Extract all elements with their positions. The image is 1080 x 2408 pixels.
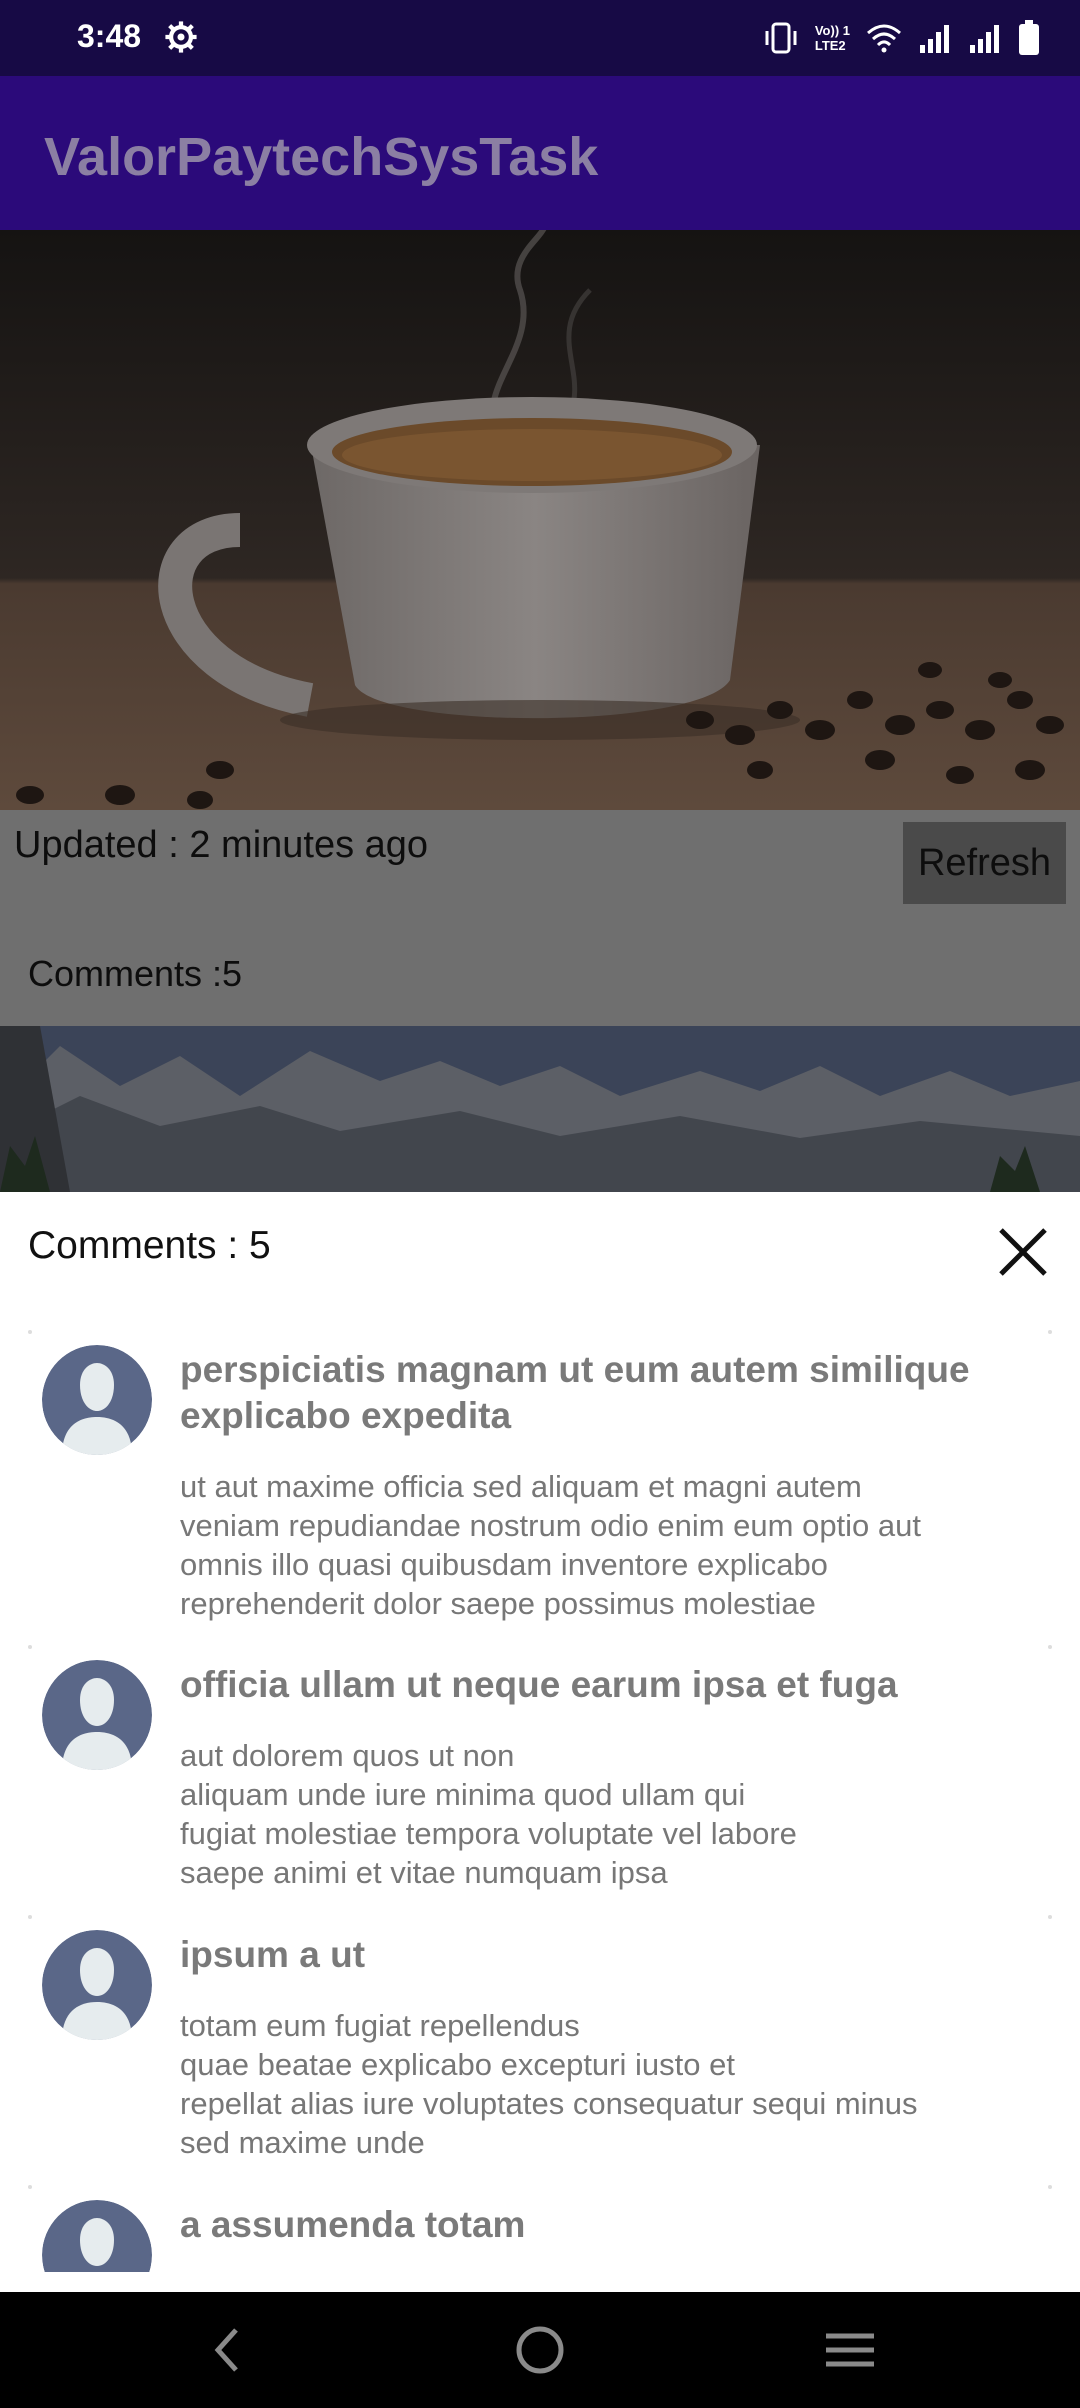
comments-bottom-sheet: Comments : 5 perspiciatis magnam ut eum … — [0, 1192, 1080, 2292]
wifi-icon — [867, 24, 901, 53]
comment-title: officia ullam ut neque earum ipsa et fug… — [180, 1664, 898, 1705]
avatar — [42, 2200, 152, 2272]
list-divider — [1048, 1915, 1052, 1919]
coffee-cup-photo — [0, 230, 1080, 810]
post-feed: Updated : 2 minutes ago Refresh Comments… — [0, 230, 1080, 1192]
avatar — [42, 1930, 152, 2040]
list-divider — [1048, 1330, 1052, 1334]
list-divider — [1048, 1645, 1052, 1649]
comments-sheet-title: Comments : 5 — [28, 1224, 271, 1267]
signal-icon — [970, 25, 999, 53]
mountains-photo — [0, 1026, 1080, 1192]
refresh-button[interactable]: Refresh — [903, 822, 1066, 904]
gear-icon — [165, 21, 197, 53]
comment-body: ut aut maxime officia sed aliquam et mag… — [180, 1469, 922, 1621]
status-icons: Vo)) 1 LTE2 — [763, 16, 1040, 60]
status-bar: 3:48 Vo)) 1 LTE2 — [0, 0, 1080, 76]
app-bar: ValorPaytechSysTask — [0, 76, 1080, 230]
status-time: 3:48 — [77, 18, 142, 54]
battery-icon — [1019, 20, 1039, 55]
volte-lte-indicator: Vo)) 1 LTE2 — [815, 23, 850, 53]
comment-body: totam eum fugiat repellendus quae beatae… — [180, 2008, 918, 2160]
system-nav-bar — [0, 2292, 1080, 2408]
comment-item: a assumenda totam — [0, 2200, 1080, 2272]
back-icon[interactable] — [198, 2320, 258, 2380]
comment-item: officia ullam ut neque earum ipsa et fug… — [0, 1660, 1080, 1910]
vibrate-icon — [765, 22, 797, 54]
list-divider — [28, 1330, 32, 1334]
avatar — [42, 1345, 152, 1455]
recents-icon[interactable] — [820, 2320, 880, 2380]
avatar — [42, 1660, 152, 1770]
comment-body: aut dolorem quos ut non aliquam unde iur… — [180, 1738, 797, 1890]
list-divider — [1048, 2185, 1052, 2189]
signal-icon — [920, 25, 949, 53]
list-divider — [28, 1645, 32, 1649]
comments-count[interactable]: Comments :5 — [28, 953, 242, 995]
close-icon[interactable] — [995, 1224, 1051, 1280]
list-divider — [28, 2185, 32, 2189]
volte-label: Vo)) 1 — [814, 23, 850, 38]
comment-item: ipsum a ut totam eum fugiat repellendus … — [0, 1930, 1080, 2180]
app-title: ValorPaytechSysTask — [44, 127, 599, 187]
updated-timestamp: Updated : 2 minutes ago — [14, 824, 429, 866]
comment-title: perspiciatis magnam ut eum autem similiq… — [180, 1349, 970, 1436]
comment-item: perspiciatis magnam ut eum autem similiq… — [0, 1345, 1080, 1621]
lte-label: LTE2 — [814, 38, 846, 53]
home-icon[interactable] — [510, 2320, 570, 2380]
comment-title: ipsum a ut — [180, 1934, 366, 1975]
list-divider — [28, 1915, 32, 1919]
comment-title: a assumenda totam — [180, 2204, 526, 2245]
